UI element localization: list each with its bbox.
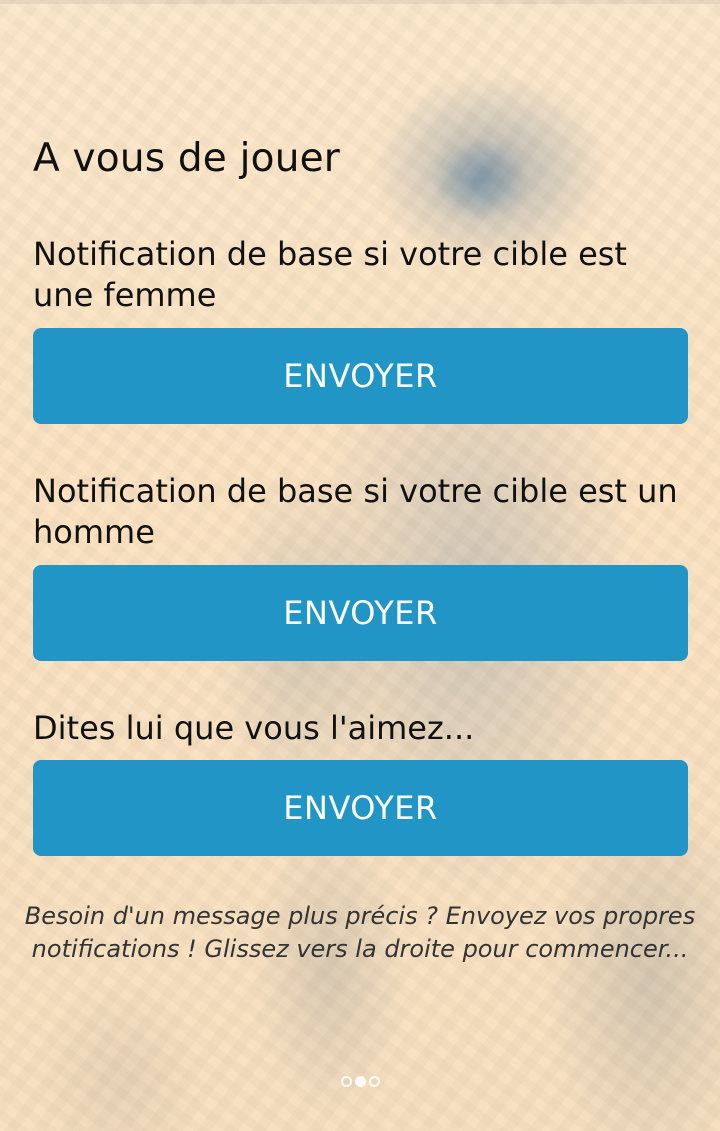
send-button-woman[interactable]: ENVOYER [33,328,688,424]
page-dot-3[interactable] [368,1076,380,1087]
page-indicator [0,1076,720,1087]
label-target-woman: Notification de base si votre cible est … [33,235,627,314]
label-love-message: Dites lui que vous l'aimez... [33,709,475,747]
send-button-love[interactable]: ENVOYER [33,760,688,856]
page-title: A vous de jouer [33,136,341,181]
label-target-man: Notification de base si votre cible est … [33,472,678,551]
hint-text: Besoin d'un message plus précis ? Envoye… [24,902,696,963]
send-button-man[interactable]: ENVOYER [33,565,688,661]
page-dot-1[interactable] [340,1076,352,1087]
page-dot-2-active[interactable] [354,1076,366,1087]
